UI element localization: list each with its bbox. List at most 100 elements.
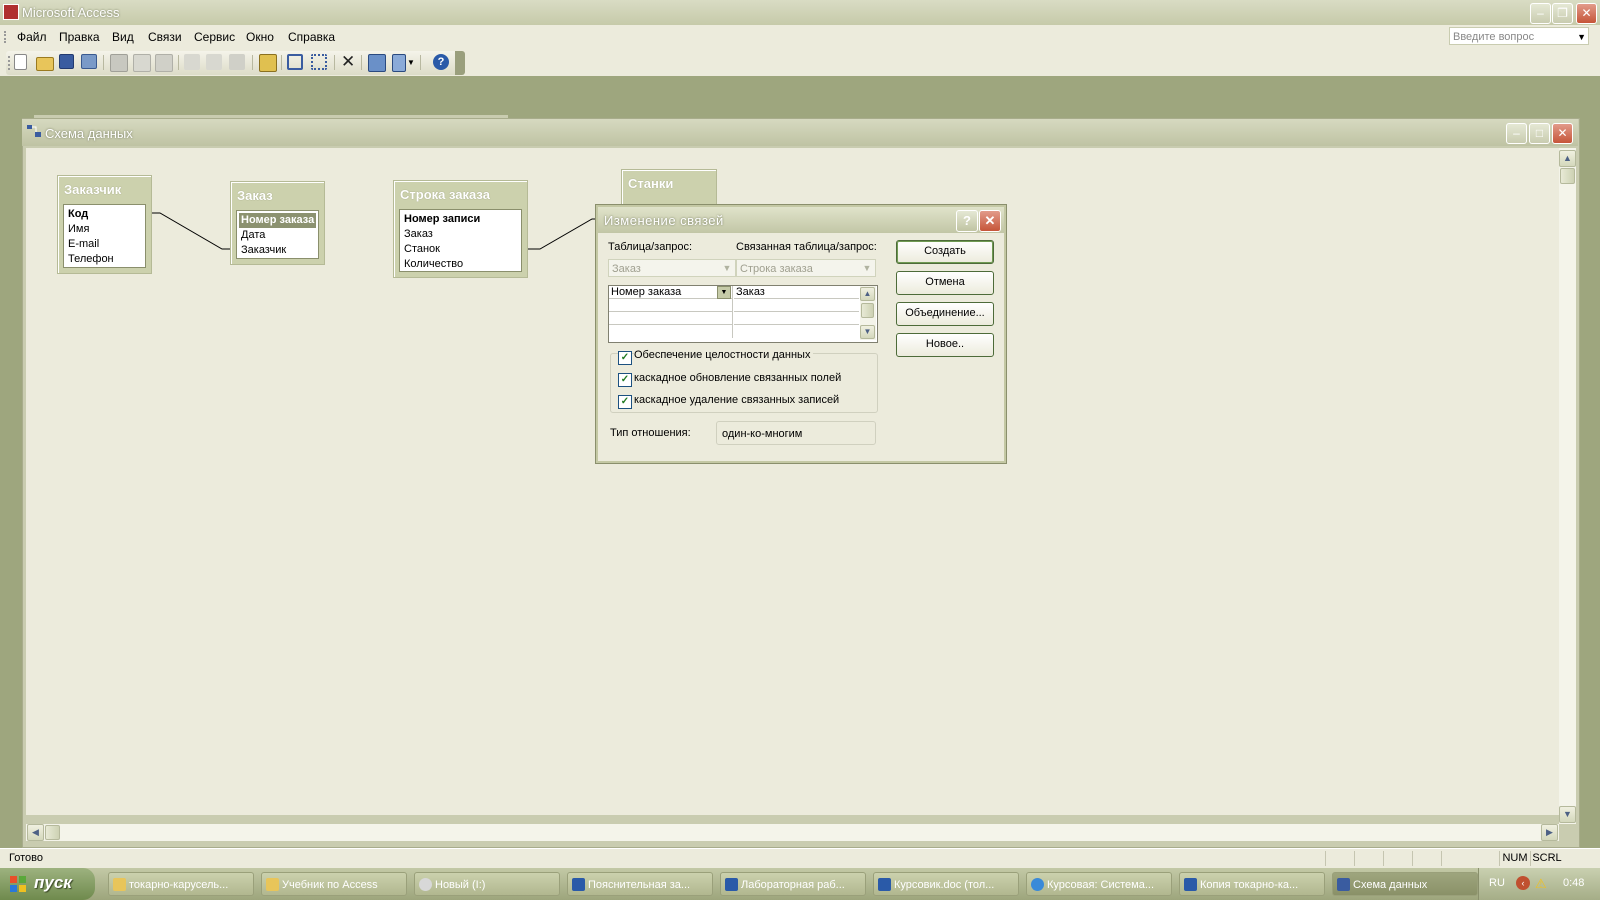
table-order-line[interactable]: Строка заказа Номер записи Заказ Станок … (393, 180, 528, 278)
field-list: Код Имя E-mail Телефон (63, 204, 146, 268)
field-item[interactable]: E-mail (66, 237, 143, 252)
taskbar-button[interactable]: Курсовик.doc (тол... (873, 872, 1019, 896)
scroll-lock-indicator: SCRL (1530, 851, 1563, 866)
scroll-down-button[interactable]: ▼ (1559, 806, 1576, 823)
start-label: пуск (34, 873, 72, 892)
drive-icon (419, 878, 432, 891)
chevron-down-icon[interactable]: ▼ (717, 286, 731, 299)
vertical-scroll-thumb[interactable] (1560, 168, 1575, 184)
grid-cell-left[interactable] (609, 325, 733, 338)
windows-flag-icon (10, 876, 26, 892)
cascade-update-checkbox[interactable]: ✓ (618, 373, 632, 387)
system-tray: RU ‹ ⚠ 0:48 (1478, 868, 1600, 900)
taskbar-button[interactable]: Пояснительная за... (567, 872, 713, 896)
vertical-scrollbar[interactable]: ▲ ▼ (1559, 148, 1576, 824)
taskbar-button-active[interactable]: Схема данных (1332, 872, 1478, 896)
scroll-right-button[interactable]: ▶ (1541, 824, 1558, 841)
field-item[interactable]: Номер записи (402, 212, 519, 227)
grid-cell-left[interactable] (609, 299, 733, 312)
folder-icon (113, 878, 126, 891)
table-title: Строка заказа (400, 187, 490, 202)
table-order[interactable]: Заказ Номер заказа Дата Заказчик (230, 181, 325, 265)
taskbar-button[interactable]: Копия токарно-ка... (1179, 872, 1325, 896)
tray-arrow-icon[interactable]: ‹ (1516, 876, 1530, 890)
dialog-help-button[interactable]: ? (956, 210, 978, 232)
cancel-button[interactable]: Отмена (896, 271, 994, 295)
status-cell (1441, 851, 1470, 866)
taskbar-button[interactable]: Учебник по Access (261, 872, 407, 896)
table-combo[interactable]: Заказ ▼ (608, 259, 736, 277)
taskbar-button[interactable]: Новый (I:) (414, 872, 560, 896)
enforce-integrity-label[interactable]: Обеспечение целостности данных (634, 349, 814, 361)
status-cell (1325, 851, 1354, 866)
field-item[interactable]: Код (66, 207, 143, 222)
create-button[interactable]: Создать (896, 240, 994, 264)
field-item-selected[interactable]: Номер заказа (239, 213, 316, 228)
horizontal-scroll-thumb[interactable] (45, 825, 60, 840)
cascade-delete-label[interactable]: каскадное удаление связанных записей (634, 394, 839, 406)
grid-scrollbar[interactable]: ▲ ▼ (860, 286, 876, 340)
scroll-up-button[interactable]: ▲ (1559, 150, 1576, 167)
chevron-down-icon[interactable]: ▼ (860, 261, 874, 275)
warning-icon[interactable]: ⚠ (1535, 876, 1547, 892)
grid-cell-right[interactable] (734, 325, 859, 338)
taskbar-button-label: Лабораторная раб... (741, 879, 845, 891)
language-indicator[interactable]: RU (1489, 877, 1505, 889)
field-item[interactable]: Дата (239, 228, 316, 243)
field-item[interactable]: Количество (402, 257, 519, 272)
scroll-left-button[interactable]: ◀ (27, 824, 44, 841)
relationship-type-value: один-ко-многим (716, 421, 876, 445)
grid-cell-left[interactable]: Номер заказа ▼ (609, 286, 733, 299)
join-type-button[interactable]: Объединение... (896, 302, 994, 326)
grid-scroll-thumb[interactable] (861, 303, 874, 318)
dialog-close-button[interactable]: ✕ (979, 210, 1001, 232)
taskbar-button-label: Курсовая: Система... (1047, 879, 1155, 891)
horizontal-scrollbar[interactable]: ◀ ▶ (26, 824, 1559, 841)
new-relationship-button[interactable]: Новое.. (896, 333, 994, 357)
grid-cell-right[interactable]: Заказ (734, 286, 859, 299)
chevron-down-icon[interactable]: ▼ (720, 261, 734, 275)
field-item[interactable]: Заказчик (239, 243, 316, 258)
ie-icon (1031, 878, 1044, 891)
cascade-update-label[interactable]: каскадное обновление связанных полей (634, 372, 841, 384)
grid-cell-left[interactable] (609, 312, 733, 325)
enforce-integrity-checkbox[interactable]: ✓ (618, 351, 632, 365)
grid-cell-right[interactable] (734, 299, 859, 312)
schema-icon (1337, 878, 1350, 891)
status-cell (1412, 851, 1441, 866)
related-table-combo[interactable]: Строка заказа ▼ (736, 259, 876, 277)
field-item[interactable]: Заказ (402, 227, 519, 242)
taskbar-button-label: токарно-карусель... (129, 879, 229, 891)
table-customer[interactable]: Заказчик Код Имя E-mail Телефон (57, 175, 152, 274)
start-button[interactable]: пуск (0, 868, 95, 900)
status-bar: Готово NUM SCRL (0, 848, 1600, 869)
scroll-down-button[interactable]: ▼ (860, 325, 875, 339)
field-item[interactable]: Имя (66, 222, 143, 237)
word-icon (572, 878, 585, 891)
cascade-delete-checkbox[interactable]: ✓ (618, 395, 632, 409)
field-list: Номер записи Заказ Станок Количество (399, 209, 522, 272)
related-table-label: Связанная таблица/запрос: (736, 241, 877, 253)
table-title: Заказчик (64, 182, 122, 197)
dialog-title: Изменение связей (604, 213, 724, 228)
table-title: Заказ (237, 188, 273, 203)
taskbar-button[interactable]: токарно-карусель... (108, 872, 254, 896)
relationship-line-customer-order (152, 212, 230, 250)
taskbar-button-label: Учебник по Access (282, 879, 378, 891)
word-icon (1184, 878, 1197, 891)
grid-cell-text: Номер заказа (611, 286, 682, 298)
status-cell (1383, 851, 1412, 866)
table-combo-value: Заказ (612, 263, 641, 275)
taskbar-button[interactable]: Лабораторная раб... (720, 872, 866, 896)
taskbar-button[interactable]: Курсовая: Система... (1026, 872, 1172, 896)
grid-cell-right[interactable] (734, 312, 859, 325)
field-mapping-grid[interactable]: Номер заказа ▼ Заказ ▲ ▼ (608, 285, 878, 343)
related-table-combo-value: Строка заказа (740, 263, 813, 275)
status-cell (1354, 851, 1383, 866)
taskbar-button-label: Пояснительная за... (588, 879, 691, 891)
field-list: Номер заказа Дата Заказчик (236, 210, 319, 259)
scroll-up-button[interactable]: ▲ (860, 287, 875, 301)
field-item[interactable]: Телефон (66, 252, 143, 267)
field-item[interactable]: Станок (402, 242, 519, 257)
num-lock-indicator: NUM (1499, 851, 1530, 866)
